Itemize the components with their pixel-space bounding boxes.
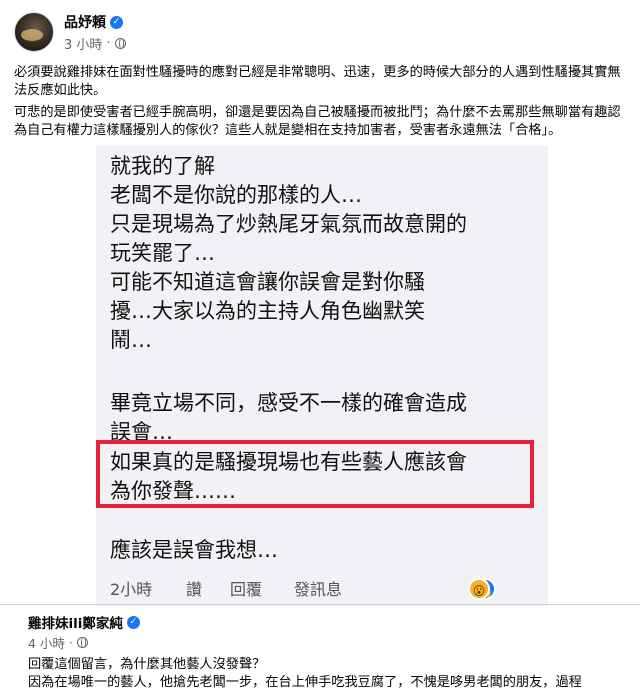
reply-author-name[interactable]: 雞排妹ili鄭家純 bbox=[28, 612, 123, 632]
screenshot-line: 老闆不是你說的那樣的人… bbox=[110, 183, 362, 207]
screenshot-like-action: 讚 bbox=[186, 580, 203, 599]
screenshot-comment-actions: 2小時 讚 回覆 發訊息 5 👍 😮 bbox=[96, 572, 548, 602]
reply-text-line: 因為在場唯一的藝人，他搶先老闆一步，在台上伸手吃我豆腐了，不愧是哆男老闆的朋友，… bbox=[28, 675, 582, 690]
verified-badge-icon: ✓ bbox=[126, 615, 140, 629]
screenshot-line: 只是現場為了炒熱尾牙氣氛而故意開的 bbox=[110, 212, 467, 236]
author-avatar[interactable] bbox=[14, 12, 54, 52]
post-author[interactable]: 品妤頼 ✓ bbox=[64, 12, 123, 32]
screenshot-comment-time: 2小時 bbox=[110, 580, 153, 599]
red-highlight-box bbox=[96, 440, 534, 508]
globe-icon[interactable] bbox=[114, 38, 126, 49]
globe-icon[interactable] bbox=[76, 637, 88, 648]
screenshot-line: 可能不知道這會讓你誤會是對你騷 bbox=[110, 270, 425, 294]
divider bbox=[0, 604, 640, 605]
embedded-comment-screenshot[interactable]: 就我的了解 老闆不是你說的那樣的人… 只是現場為了炒熱尾牙氣氛而故意開的 玩笑罷… bbox=[96, 146, 548, 606]
screenshot-reply-action: 回覆 bbox=[230, 580, 263, 599]
reply-timestamp[interactable]: 4 小時 bbox=[28, 633, 65, 652]
post-meta: 3 小時 · bbox=[64, 34, 126, 53]
screenshot-line: 畢竟立場不同，感受不一樣的確會造成 bbox=[110, 391, 467, 415]
post-author-name[interactable]: 品妤頼 bbox=[64, 12, 106, 32]
screenshot-line: 應該是誤會我想… bbox=[110, 538, 278, 562]
screenshot-message-action: 發訊息 bbox=[294, 580, 343, 599]
verified-badge-icon: ✓ bbox=[110, 15, 123, 29]
reply-text-line: 回覆這個留言，為什麼其他藝人沒發聲？ bbox=[28, 657, 266, 672]
reply-author[interactable]: 雞排妹ili鄭家純 ✓ bbox=[28, 612, 140, 632]
post-timestamp[interactable]: 3 小時 bbox=[64, 34, 102, 53]
post-header: 品妤頼 ✓ 3 小時 · bbox=[0, 0, 640, 58]
post-paragraph-1: 必須要說雞排妹在面對性騷擾時的應對已經是非常聰明、迅速，更多的時候大部分的人遇到… bbox=[14, 65, 621, 98]
screenshot-line: 玩笑罷了… bbox=[110, 241, 215, 265]
wow-reaction-icon: 😮 bbox=[468, 578, 490, 600]
screenshot-line: 就我的了解 bbox=[110, 154, 215, 178]
reply-meta: 4 小時 · bbox=[28, 633, 88, 652]
screenshot-line: 擾…大家以為的主持人角色幽默笑 bbox=[110, 299, 425, 323]
post-paragraph-2: 可悲的是即使受害者已經手腕高明，卻還是要因為自己被騷擾而被批鬥；為什麼不去罵那些… bbox=[14, 105, 621, 138]
screenshot-line: 鬧… bbox=[110, 328, 152, 352]
